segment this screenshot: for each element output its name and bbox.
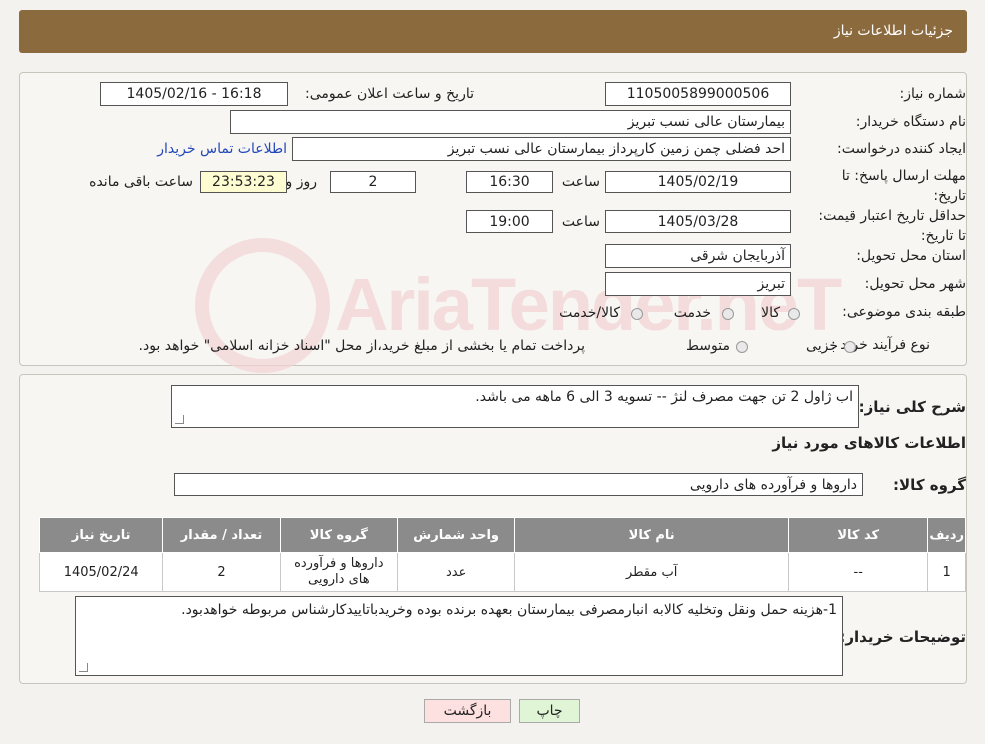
reply-deadline-label: مهلت ارسال پاسخ: تا تاریخ: xyxy=(841,168,966,204)
province-field: آذربایجان شرقی xyxy=(605,244,791,268)
announce-datetime-label: تاریخ و ساعت اعلان عمومی: xyxy=(305,86,474,102)
category-radio-goods-service[interactable] xyxy=(631,308,643,320)
remaining-time-field: 23:53:23 xyxy=(200,171,287,193)
cell-unit: عدد xyxy=(396,552,516,592)
remaining-time-label: ساعت باقی مانده xyxy=(89,174,193,190)
buyer-org-field: بیمارستان عالی نسب تبریز xyxy=(230,110,791,134)
buyer-notes-label: توضیحات خریدار: xyxy=(839,628,966,646)
col-qty: تعداد / مقدار xyxy=(162,517,281,553)
days-label: روز و xyxy=(285,174,318,190)
province-label: استان محل تحویل: xyxy=(856,248,966,264)
reply-time-field: 16:30 xyxy=(466,171,553,193)
price-validity-label: حداقل تاریخ اعتبار قیمت: تا تاریخ: xyxy=(818,208,966,244)
col-name: نام کالا xyxy=(514,517,790,553)
col-date: تاریخ نیاز xyxy=(38,517,164,553)
buyer-notes-textarea[interactable]: 1-هزینه حمل ونقل وتخلیه کالابه انبارمصرف… xyxy=(75,596,843,676)
need-number-label: شماره نیاز: xyxy=(899,86,967,102)
summary-textarea[interactable]: اب ژاول 2 تن جهت مصرف لنژ -- تسویه 3 الی… xyxy=(171,385,859,428)
reply-hour-label: ساعت xyxy=(561,174,600,190)
cell-qty: 2 xyxy=(162,552,281,592)
purchase-option-minor: جزیی xyxy=(806,338,838,354)
col-unit: واحد شمارش xyxy=(396,517,516,553)
category-radio-goods[interactable] xyxy=(788,308,800,320)
goods-table: ردیف کد کالا نام کالا واحد شمارش گروه کا… xyxy=(38,517,966,592)
page-header: جزئیات اطلاعات نیاز xyxy=(19,10,967,53)
print-button[interactable]: چاپ xyxy=(519,699,580,723)
reply-date-field: 1405/02/19 xyxy=(605,171,791,193)
col-code: کد کالا xyxy=(788,517,929,553)
category-radio-service[interactable] xyxy=(722,308,734,320)
col-group: گروه کالا xyxy=(279,517,398,553)
remaining-days-field: 2 xyxy=(330,171,416,193)
cell-group: داروها و فرآورده های دارویی xyxy=(279,552,398,592)
requester-label: ایجاد کننده درخواست: xyxy=(837,141,966,157)
goods-section-title: اطلاعات کالاهای مورد نیاز xyxy=(772,434,966,452)
city-field: تبریز xyxy=(605,272,791,296)
purchase-option-medium: متوسط xyxy=(686,338,730,354)
requester-field: احد فضلی چمن زمین کارپرداز بیمارستان عال… xyxy=(292,137,791,161)
page-title: جزئیات اطلاعات نیاز xyxy=(833,23,953,39)
validity-hour-label: ساعت xyxy=(561,214,600,230)
goods-group-label: گروه کالا: xyxy=(893,476,966,494)
need-number-field: 1105005899000506 xyxy=(605,82,791,106)
validity-time-field: 19:00 xyxy=(466,210,553,233)
col-row: ردیف xyxy=(927,517,966,553)
category-option-goods-service: کالا/خدمت xyxy=(559,305,620,321)
buyer-contact-link[interactable]: اطلاعات تماس خریدار xyxy=(157,141,287,157)
cell-name: آب مقطر xyxy=(514,552,790,592)
back-button[interactable]: بازگشت xyxy=(424,699,511,723)
announce-datetime-field: 1405/02/16 - 16:18 xyxy=(100,82,288,106)
table-row: 1 -- آب مقطر عدد داروها و فرآورده های دا… xyxy=(38,552,966,592)
resize-handle[interactable] xyxy=(175,415,184,424)
purchase-radio-minor[interactable] xyxy=(844,341,856,353)
cell-row: 1 xyxy=(927,552,966,592)
cell-date: 1405/02/24 xyxy=(38,552,164,592)
validity-date-field: 1405/03/28 xyxy=(605,210,791,233)
category-label: طبقه بندی موضوعی: xyxy=(842,304,966,320)
buyer-org-label: نام دستگاه خریدار: xyxy=(855,114,966,130)
category-option-goods: کالا xyxy=(761,305,780,321)
summary-label: شرح کلی نیاز: xyxy=(858,398,966,416)
cell-code: -- xyxy=(788,552,929,592)
category-option-service: خدمت xyxy=(673,305,711,321)
goods-group-field: داروها و فرآورده های دارویی xyxy=(174,473,863,496)
purchase-radio-medium[interactable] xyxy=(736,341,748,353)
resize-handle[interactable] xyxy=(79,663,88,672)
goods-table-header: ردیف کد کالا نام کالا واحد شمارش گروه کا… xyxy=(38,517,966,553)
city-label: شهر محل تحویل: xyxy=(864,276,966,292)
purchase-note: پرداخت تمام یا بخشی از مبلغ خرید،از محل … xyxy=(138,338,585,354)
